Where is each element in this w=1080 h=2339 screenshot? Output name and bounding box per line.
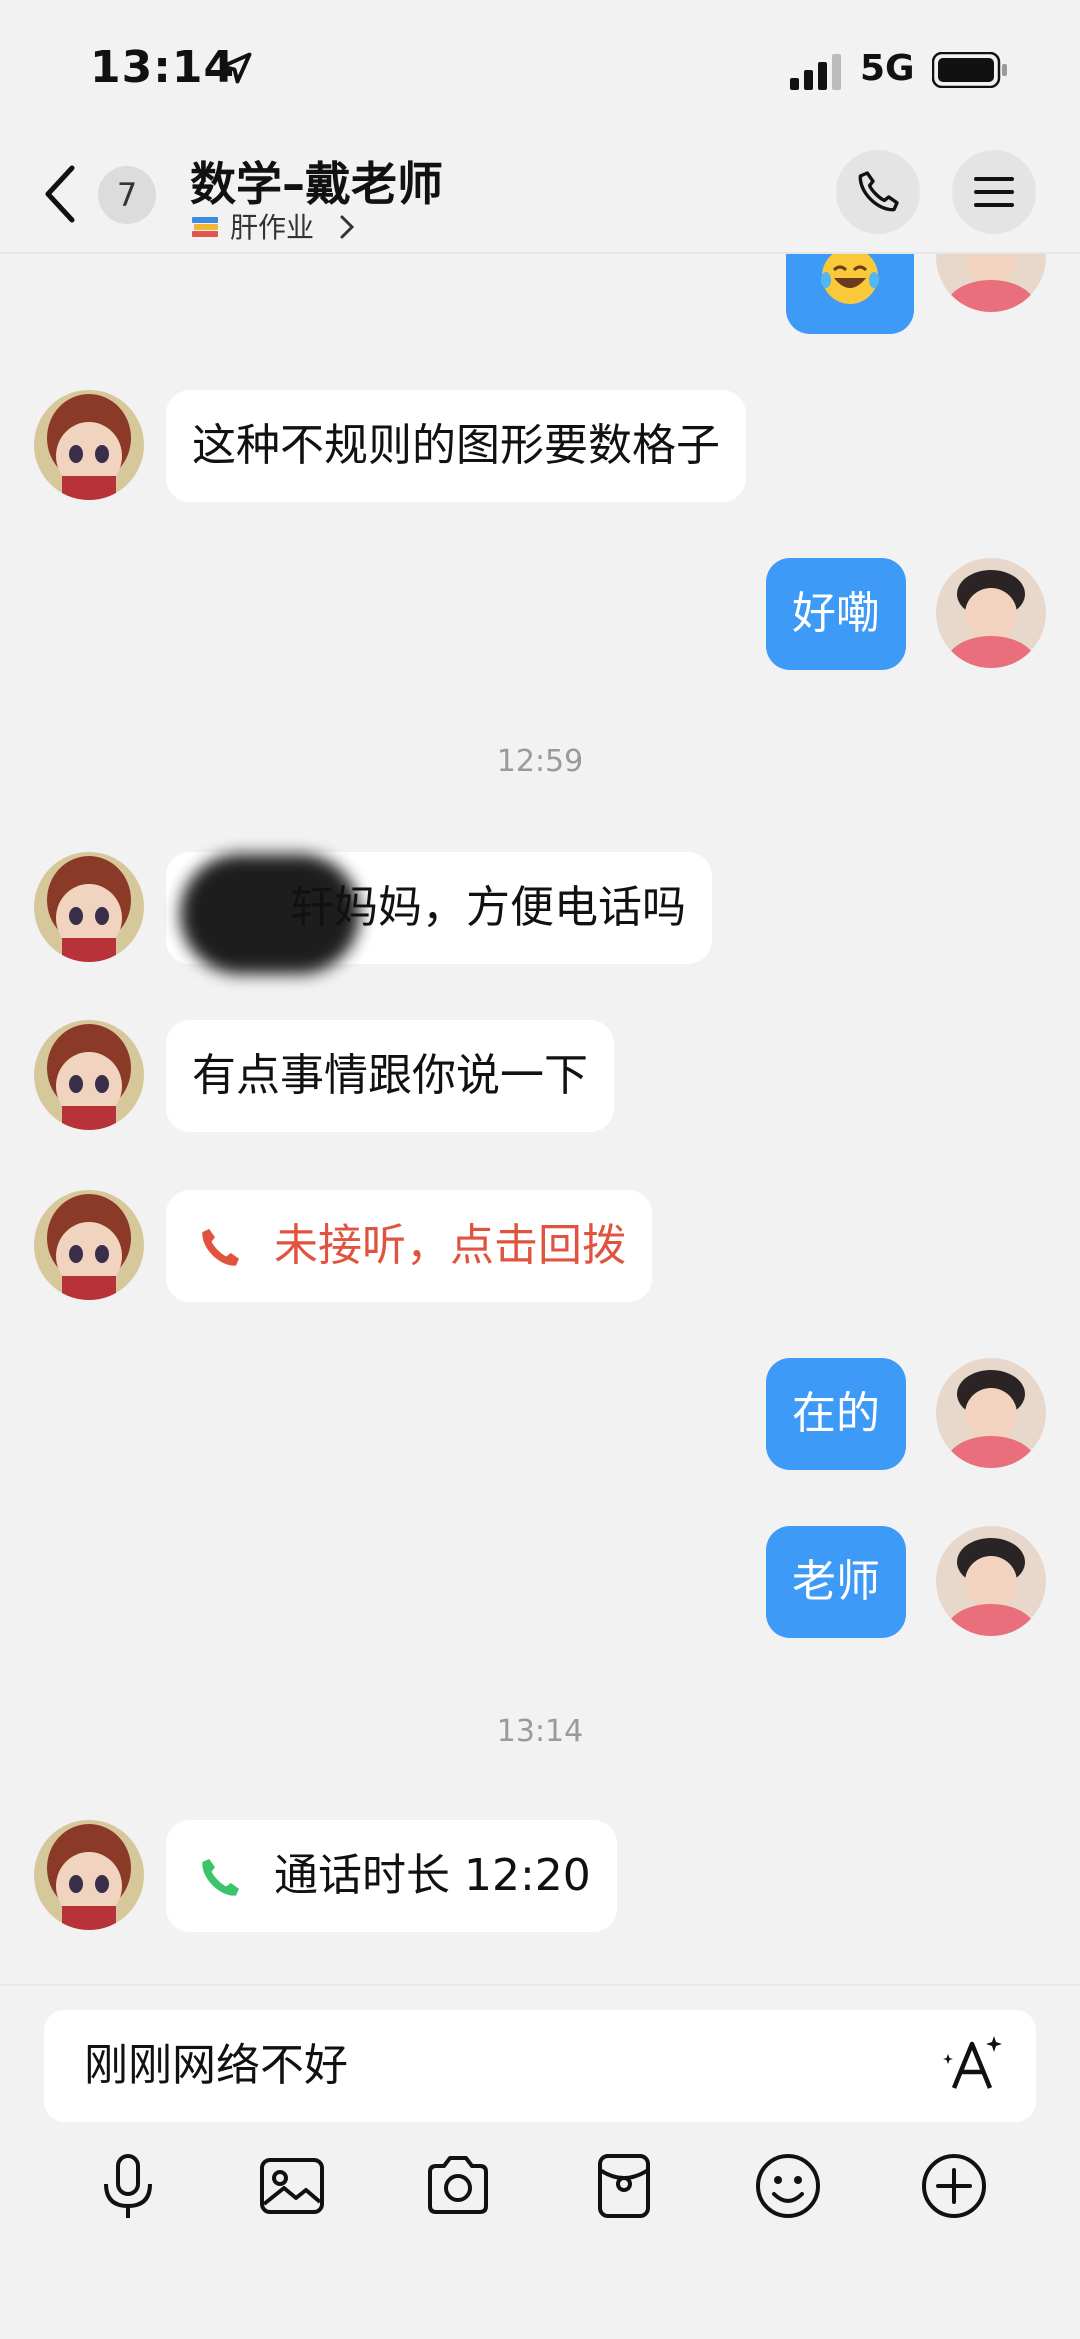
message-list[interactable]: 这种不规则的图形要数格子 好嘞 12:59 轩妈妈，方便电话吗 有点事情跟你说一… xyxy=(0,254,1080,1984)
emoji-icon[interactable] xyxy=(752,2150,824,2222)
timestamp-divider: 13:14 xyxy=(496,1714,584,1749)
books-emoji-icon xyxy=(192,217,218,237)
back-arrow-icon[interactable] xyxy=(40,162,80,226)
message-input[interactable]: 刚刚网络不好 xyxy=(44,2010,1036,2122)
network-type: 5G xyxy=(860,48,915,89)
unread-count-badge[interactable]: 7 xyxy=(98,166,156,224)
teacher-avatar[interactable] xyxy=(34,1190,144,1300)
message-bubble-outgoing-emoji[interactable] xyxy=(786,254,914,334)
chat-header: 7 数学–戴老师 肝作业 xyxy=(0,140,1080,254)
call-phone-icon xyxy=(202,1859,239,1896)
missed-call-phone-icon xyxy=(202,1229,239,1266)
red-packet-icon[interactable] xyxy=(588,2150,660,2222)
missed-call-text: 未接听，点击回拨 xyxy=(274,1220,626,1271)
cellular-signal-icon xyxy=(790,54,841,90)
hamburger-menu-icon xyxy=(974,177,1014,207)
message-bubble-incoming[interactable]: 有点事情跟你说一下 xyxy=(166,1020,614,1132)
chat-subtitle[interactable]: 肝作业 xyxy=(190,206,357,246)
teacher-avatar[interactable] xyxy=(34,1020,144,1130)
phone-icon xyxy=(858,171,899,212)
redaction-scribble xyxy=(180,854,360,974)
input-bar: 刚刚网络不好 xyxy=(0,1984,1080,2339)
call-record-bubble[interactable]: 通话时长 12:20 xyxy=(166,1820,617,1932)
plus-icon[interactable] xyxy=(918,2150,990,2222)
more-menu-button[interactable] xyxy=(952,150,1036,234)
image-icon[interactable] xyxy=(256,2150,328,2222)
my-avatar[interactable] xyxy=(936,558,1046,668)
message-input-text: 刚刚网络不好 xyxy=(84,2040,348,2091)
chevron-right-icon xyxy=(340,215,355,239)
chat-title[interactable]: 数学–戴老师 xyxy=(190,148,443,214)
text-style-icon[interactable] xyxy=(942,2032,1006,2096)
teacher-avatar[interactable] xyxy=(34,852,144,962)
my-avatar[interactable] xyxy=(936,1526,1046,1636)
timestamp-divider: 12:59 xyxy=(496,744,584,779)
mic-icon[interactable] xyxy=(92,2150,164,2222)
my-avatar[interactable] xyxy=(936,254,1046,312)
call-duration-text: 通话时长 12:20 xyxy=(274,1850,591,1901)
status-time: 13:14 xyxy=(90,42,236,93)
message-bubble-outgoing[interactable]: 老师 xyxy=(766,1526,906,1638)
teacher-avatar[interactable] xyxy=(34,390,144,500)
message-bubble-outgoing[interactable]: 在的 xyxy=(766,1358,906,1470)
message-bubble-outgoing[interactable]: 好嘞 xyxy=(766,558,906,670)
voice-call-button[interactable] xyxy=(836,150,920,234)
chat-subtitle-text: 肝作业 xyxy=(230,211,315,244)
status-bar: 13:14 5G xyxy=(0,0,1080,140)
laughing-tears-emoji-icon xyxy=(821,254,879,304)
missed-call-bubble[interactable]: 未接听，点击回拨 xyxy=(166,1190,652,1302)
teacher-avatar[interactable] xyxy=(34,1820,144,1930)
battery-icon xyxy=(932,52,1007,88)
location-arrow-icon xyxy=(220,52,252,84)
camera-icon[interactable] xyxy=(422,2150,494,2222)
my-avatar[interactable] xyxy=(936,1358,1046,1468)
message-bubble-incoming[interactable]: 这种不规则的图形要数格子 xyxy=(166,390,746,502)
